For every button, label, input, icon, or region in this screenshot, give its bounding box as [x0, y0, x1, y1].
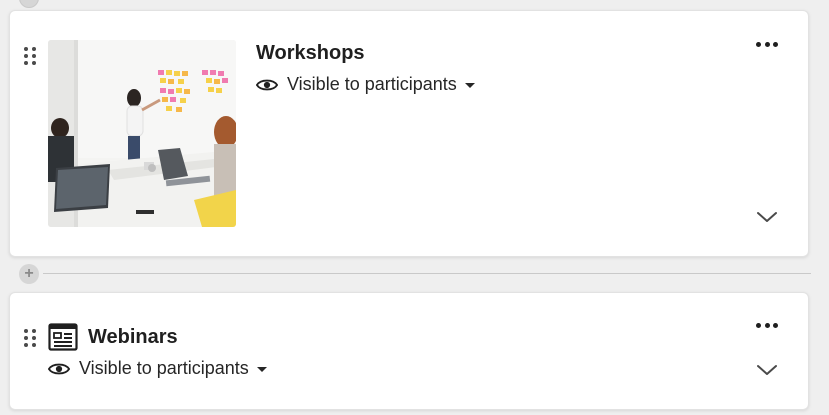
caret-down-icon [256, 367, 267, 372]
visibility-dropdown[interactable]: Visible to participants [256, 74, 475, 95]
section-card-workshops: Workshops Visible to participants [9, 10, 809, 257]
dot [764, 41, 770, 47]
dot [756, 41, 761, 47]
dot [764, 322, 770, 328]
caret-down-icon [464, 83, 475, 88]
visibility-dropdown[interactable]: Visible to participants [48, 358, 267, 379]
drag-handle-icon[interactable] [24, 329, 36, 347]
expand-button[interactable] [756, 363, 778, 377]
drag-handle-icon[interactable] [24, 47, 36, 65]
dot [756, 322, 761, 328]
page-icon [48, 323, 78, 351]
section-thumbnail-image [48, 40, 236, 227]
section-title: Workshops [256, 42, 365, 64]
add-section-button-top[interactable] [19, 0, 39, 8]
section-card-webinars: Webinars Visible to participants [9, 292, 809, 410]
more-options-button[interactable] [756, 39, 778, 49]
chevron-down-icon [757, 365, 777, 375]
expand-button[interactable] [756, 210, 778, 224]
divider-line [43, 273, 811, 274]
add-section-button[interactable]: + [19, 264, 39, 284]
more-options-button[interactable] [756, 320, 778, 330]
dot [773, 41, 778, 47]
section-divider: + [19, 264, 811, 284]
visibility-label: Visible to participants [79, 358, 249, 378]
eye-icon [48, 363, 70, 374]
plus-icon: + [24, 264, 34, 282]
page: Workshops Visible to participants + Webi… [0, 0, 829, 415]
chevron-down-icon [757, 212, 777, 222]
section-title: Webinars [88, 326, 178, 348]
dot [773, 322, 778, 328]
visibility-label: Visible to participants [287, 74, 457, 94]
eye-icon [256, 79, 278, 90]
